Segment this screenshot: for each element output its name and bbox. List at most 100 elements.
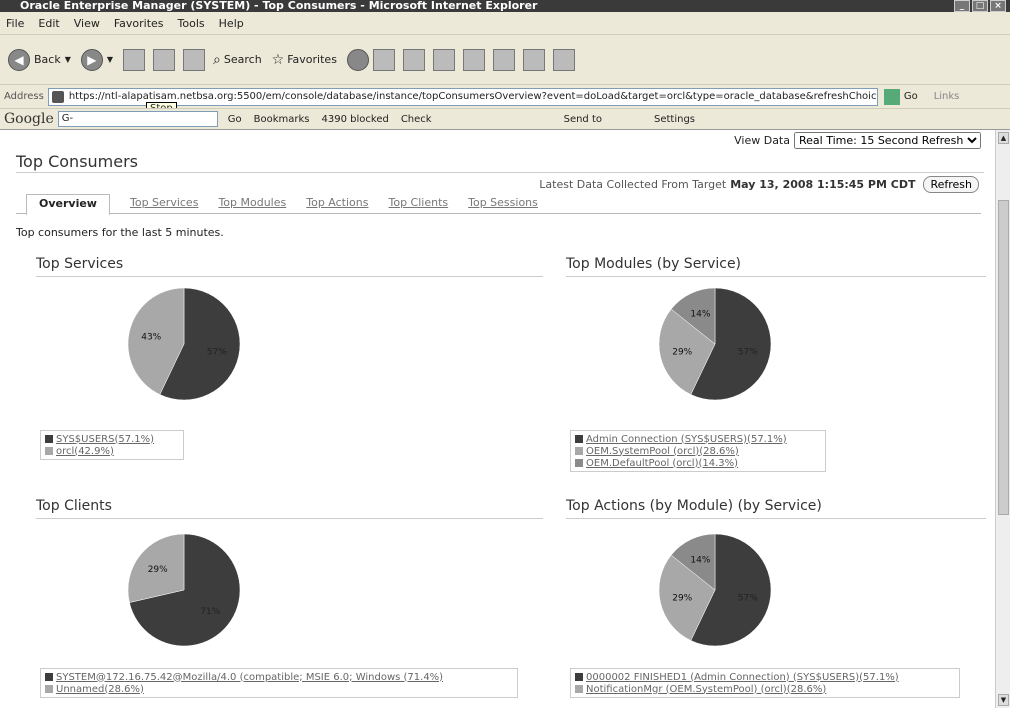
google-toolbar: Google G- Go Bookmarks 4390 blocked Chec…: [0, 108, 1010, 130]
window-titlebar: Oracle Enterprise Manager (SYSTEM) - Top…: [0, 0, 1010, 12]
legend-label[interactable]: OEM.SystemPool (orcl)(28.6%): [586, 446, 739, 457]
pie-slice-label: 57%: [738, 593, 758, 603]
top-clients-pie[interactable]: 71% 29%: [124, 530, 244, 650]
refresh-button[interactable]: Refresh: [923, 176, 979, 193]
popup-blocked-counter[interactable]: 4390 blocked: [322, 114, 389, 125]
top-actions-rule: [566, 518, 986, 519]
google-bookmarks-button[interactable]: Bookmarks: [254, 114, 310, 125]
top-clients-legend: SYSTEM@172.16.75.42@Mozilla/4.0 (compati…: [40, 668, 518, 698]
research-icon[interactable]: [522, 48, 545, 71]
tab-top-services[interactable]: Top Services: [130, 194, 198, 213]
go-arrow-icon[interactable]: [883, 88, 900, 105]
legend-item[interactable]: SYSTEM@172.16.75.42@Mozilla/4.0 (compati…: [45, 671, 513, 683]
menu-favorites[interactable]: Favorites: [114, 17, 164, 30]
time-range-text: Top consumers for the last 5 minutes.: [16, 226, 224, 239]
back-button[interactable]: ◀ Back ▼: [8, 48, 71, 71]
title-divider: [16, 172, 984, 173]
menu-file[interactable]: File: [6, 17, 24, 30]
send-to-button[interactable]: Send to: [564, 114, 602, 125]
scroll-down-icon[interactable]: ▼: [998, 694, 1009, 706]
google-settings-button[interactable]: Settings: [654, 114, 695, 125]
top-services-pie[interactable]: 57% 43%: [124, 284, 244, 404]
legend-item[interactable]: Admin Connection (SYS$USERS)(57.1%): [575, 433, 821, 445]
pie-slice-label: 14%: [690, 556, 710, 566]
legend-label[interactable]: 0000002 FINISHED1 (Admin Connection) (SY…: [586, 672, 899, 683]
address-url: https://ntl-alapatisam.netbsa.org:5500/e…: [68, 90, 878, 102]
view-data-select[interactable]: Real Time: 15 Second Refresh: [794, 132, 981, 149]
spell-check-button[interactable]: Check: [401, 114, 432, 125]
window-title: Oracle Enterprise Manager (SYSTEM) - Top…: [20, 0, 538, 12]
pie-slice-label: 29%: [672, 594, 692, 604]
search-icon: ⌕: [213, 51, 221, 68]
edit-icon[interactable]: [432, 48, 455, 71]
google-search-input[interactable]: G-: [57, 111, 218, 127]
top-modules-pie[interactable]: 57% 29% 14%: [655, 284, 775, 404]
vertical-scrollbar[interactable]: ▲ ▼: [995, 130, 1010, 708]
legend-item[interactable]: SYS$USERS(57.1%): [45, 433, 179, 445]
legend-label[interactable]: Admin Connection (SYS$USERS)(57.1%): [586, 434, 787, 445]
scroll-up-icon[interactable]: ▲: [998, 132, 1009, 144]
legend-item[interactable]: orcl(42.9%): [45, 445, 179, 457]
discuss-icon[interactable]: [462, 48, 485, 71]
top-modules-legend: Admin Connection (SYS$USERS)(57.1%) OEM.S…: [570, 430, 826, 472]
top-services-rule: [36, 276, 543, 277]
history-icon[interactable]: [346, 48, 369, 71]
legend-item[interactable]: OEM.SystemPool (orcl)(28.6%): [575, 445, 821, 457]
forward-dropdown-icon[interactable]: ▼: [107, 55, 113, 64]
favorites-button[interactable]: ☆ Favorites: [272, 52, 337, 68]
legend-label[interactable]: Unnamed(28.6%): [56, 684, 144, 695]
refresh-icon[interactable]: [153, 48, 176, 71]
page-title: Top Consumers: [16, 152, 139, 171]
pie-slice-label: 57%: [738, 347, 758, 357]
legend-label[interactable]: orcl(42.9%): [56, 446, 114, 457]
menu-edit[interactable]: Edit: [38, 17, 59, 30]
legend-label[interactable]: SYSTEM@172.16.75.42@Mozilla/4.0 (compati…: [56, 672, 443, 683]
back-dropdown-icon[interactable]: ▼: [65, 55, 71, 64]
pie-slice-label: 29%: [148, 565, 168, 575]
tab-overview[interactable]: Overview: [26, 194, 110, 215]
legend-swatch: [575, 685, 583, 693]
pie-slice-label: 43%: [141, 333, 161, 343]
go-button[interactable]: Go: [904, 91, 918, 102]
legend-item[interactable]: Unnamed(28.6%): [45, 683, 513, 695]
messenger-icon[interactable]: [492, 48, 515, 71]
top-services-legend: SYS$USERS(57.1%) orcl(42.9%): [40, 430, 184, 460]
search-button[interactable]: ⌕ Search: [213, 52, 262, 68]
tab-top-clients[interactable]: Top Clients: [388, 194, 448, 213]
menu-help[interactable]: Help: [219, 17, 244, 30]
minimize-icon[interactable]: _: [954, 0, 970, 12]
google-go-button[interactable]: Go: [228, 114, 242, 125]
page-content: View Data Real Time: 15 Second Refresh T…: [0, 130, 995, 708]
view-data-label: View Data: [734, 134, 790, 147]
tab-top-actions[interactable]: Top Actions: [306, 194, 368, 213]
legend-item[interactable]: OEM.DefaultPool (orcl)(14.3%): [575, 457, 821, 469]
legend-swatch: [45, 435, 53, 443]
menu-tools[interactable]: Tools: [178, 17, 205, 30]
legend-label[interactable]: OEM.DefaultPool (orcl)(14.3%): [586, 458, 738, 469]
top-actions-legend: 0000002 FINISHED1 (Admin Connection) (SY…: [570, 668, 960, 698]
legend-swatch: [575, 447, 583, 455]
links-button[interactable]: Links: [934, 91, 960, 102]
top-actions-pie[interactable]: 57% 29% 14%: [655, 530, 775, 650]
legend-item[interactable]: 0000002 FINISHED1 (Admin Connection) (SY…: [575, 671, 955, 683]
close-icon[interactable]: ×: [990, 0, 1006, 12]
tab-top-sessions[interactable]: Top Sessions: [468, 194, 538, 213]
home-icon[interactable]: [183, 48, 206, 71]
translate-icon[interactable]: [552, 48, 575, 71]
top-clients-title: Top Clients: [36, 498, 112, 514]
menu-view[interactable]: View: [74, 17, 100, 30]
tab-top-modules[interactable]: Top Modules: [218, 194, 286, 213]
mail-icon[interactable]: [372, 48, 395, 71]
print-icon[interactable]: [402, 48, 425, 71]
top-modules-title: Top Modules (by Service): [566, 256, 742, 272]
google-logo: Google: [4, 111, 54, 127]
top-clients-rule: [36, 518, 543, 519]
stop-icon[interactable]: [123, 48, 146, 71]
scrollbar-thumb[interactable]: [998, 200, 1009, 515]
legend-swatch: [575, 459, 583, 467]
legend-label[interactable]: NotificationMgr (OEM.SystemPool) (orcl)(…: [586, 684, 826, 695]
legend-item[interactable]: NotificationMgr (OEM.SystemPool) (orcl)(…: [575, 683, 955, 695]
legend-label[interactable]: SYS$USERS(57.1%): [56, 434, 154, 445]
forward-button[interactable]: ▶ ▼: [80, 48, 113, 71]
maximize-icon[interactable]: □: [972, 0, 988, 12]
